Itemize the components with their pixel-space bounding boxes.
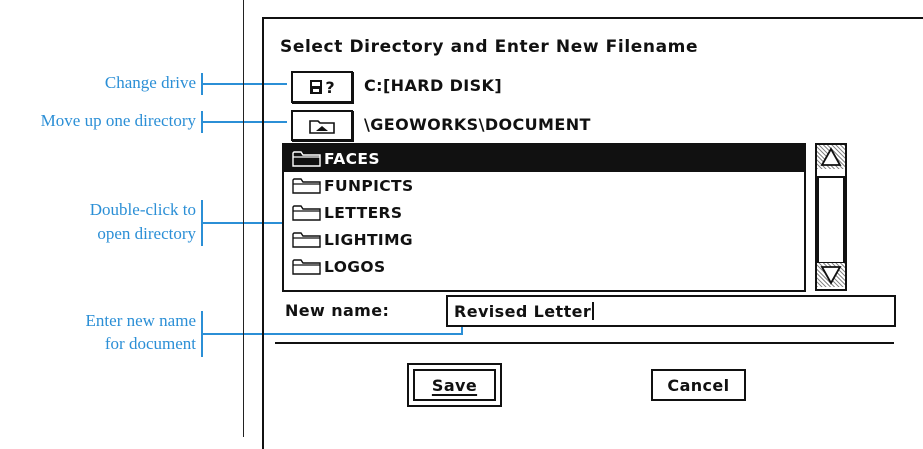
folder-icon xyxy=(292,151,321,167)
callout-text: Double-click to xyxy=(89,200,196,219)
up-directory-button[interactable] xyxy=(291,110,353,141)
folder-icon xyxy=(292,259,321,275)
directory-name: LETTERS xyxy=(324,203,403,222)
directory-name: LOGOS xyxy=(324,257,386,276)
callout-text: Move up one directory xyxy=(40,111,196,130)
directory-scrollbar[interactable] xyxy=(815,143,847,291)
drive-icon xyxy=(310,80,323,94)
scroll-thumb[interactable] xyxy=(817,176,845,264)
save-as-dialog: Select Directory and Enter New Filename … xyxy=(243,0,923,449)
drive-label: C:[HARD DISK] xyxy=(364,76,503,95)
save-default-ring: Save xyxy=(407,363,502,407)
folder-icon xyxy=(292,232,321,248)
save-button-label: Save xyxy=(431,375,478,395)
dialog-title: Select Directory and Enter New Filename xyxy=(280,37,699,57)
text-caret xyxy=(592,302,595,320)
callout-text: Change drive xyxy=(104,73,196,92)
directory-name: LIGHTIMG xyxy=(324,230,414,249)
change-drive-button[interactable]: ? xyxy=(291,71,353,103)
drive-button-label: ? xyxy=(325,77,335,97)
cancel-button[interactable]: Cancel xyxy=(651,369,746,401)
new-name-input[interactable]: Revised Letter xyxy=(446,295,896,327)
scroll-down-button[interactable] xyxy=(817,263,845,287)
save-button[interactable]: Save xyxy=(413,369,496,401)
callout-text: open directory xyxy=(97,224,196,243)
up-directory-icon xyxy=(309,119,335,134)
folder-icon xyxy=(292,178,321,194)
directory-name: FUNPICTS xyxy=(324,176,414,195)
directory-item[interactable]: LIGHTIMG xyxy=(284,226,804,253)
directory-item[interactable]: LETTERS xyxy=(284,199,804,226)
folder-icon xyxy=(292,205,321,221)
directory-item[interactable]: FUNPICTS xyxy=(284,172,804,199)
new-name-label: New name: xyxy=(285,301,390,320)
current-path: \GEOWORKS\DOCUMENT xyxy=(364,115,591,134)
callout-text: Enter new name xyxy=(85,311,196,330)
directory-list[interactable]: FACES FUNPICTS LETTERS LIGHTIMG LOGOS xyxy=(282,143,806,292)
directory-name: FACES xyxy=(324,149,380,168)
scroll-down-icon xyxy=(820,266,842,285)
callout-text: for document xyxy=(104,334,196,353)
scroll-up-icon xyxy=(820,147,842,166)
directory-item[interactable]: FACES xyxy=(284,145,804,172)
cancel-button-label: Cancel xyxy=(667,375,730,395)
divider xyxy=(275,342,894,344)
scroll-up-button[interactable] xyxy=(817,145,845,169)
directory-item[interactable]: LOGOS xyxy=(284,253,804,280)
new-name-value: Revised Letter xyxy=(454,301,592,321)
dialog-frame: Select Directory and Enter New Filename … xyxy=(262,17,923,449)
